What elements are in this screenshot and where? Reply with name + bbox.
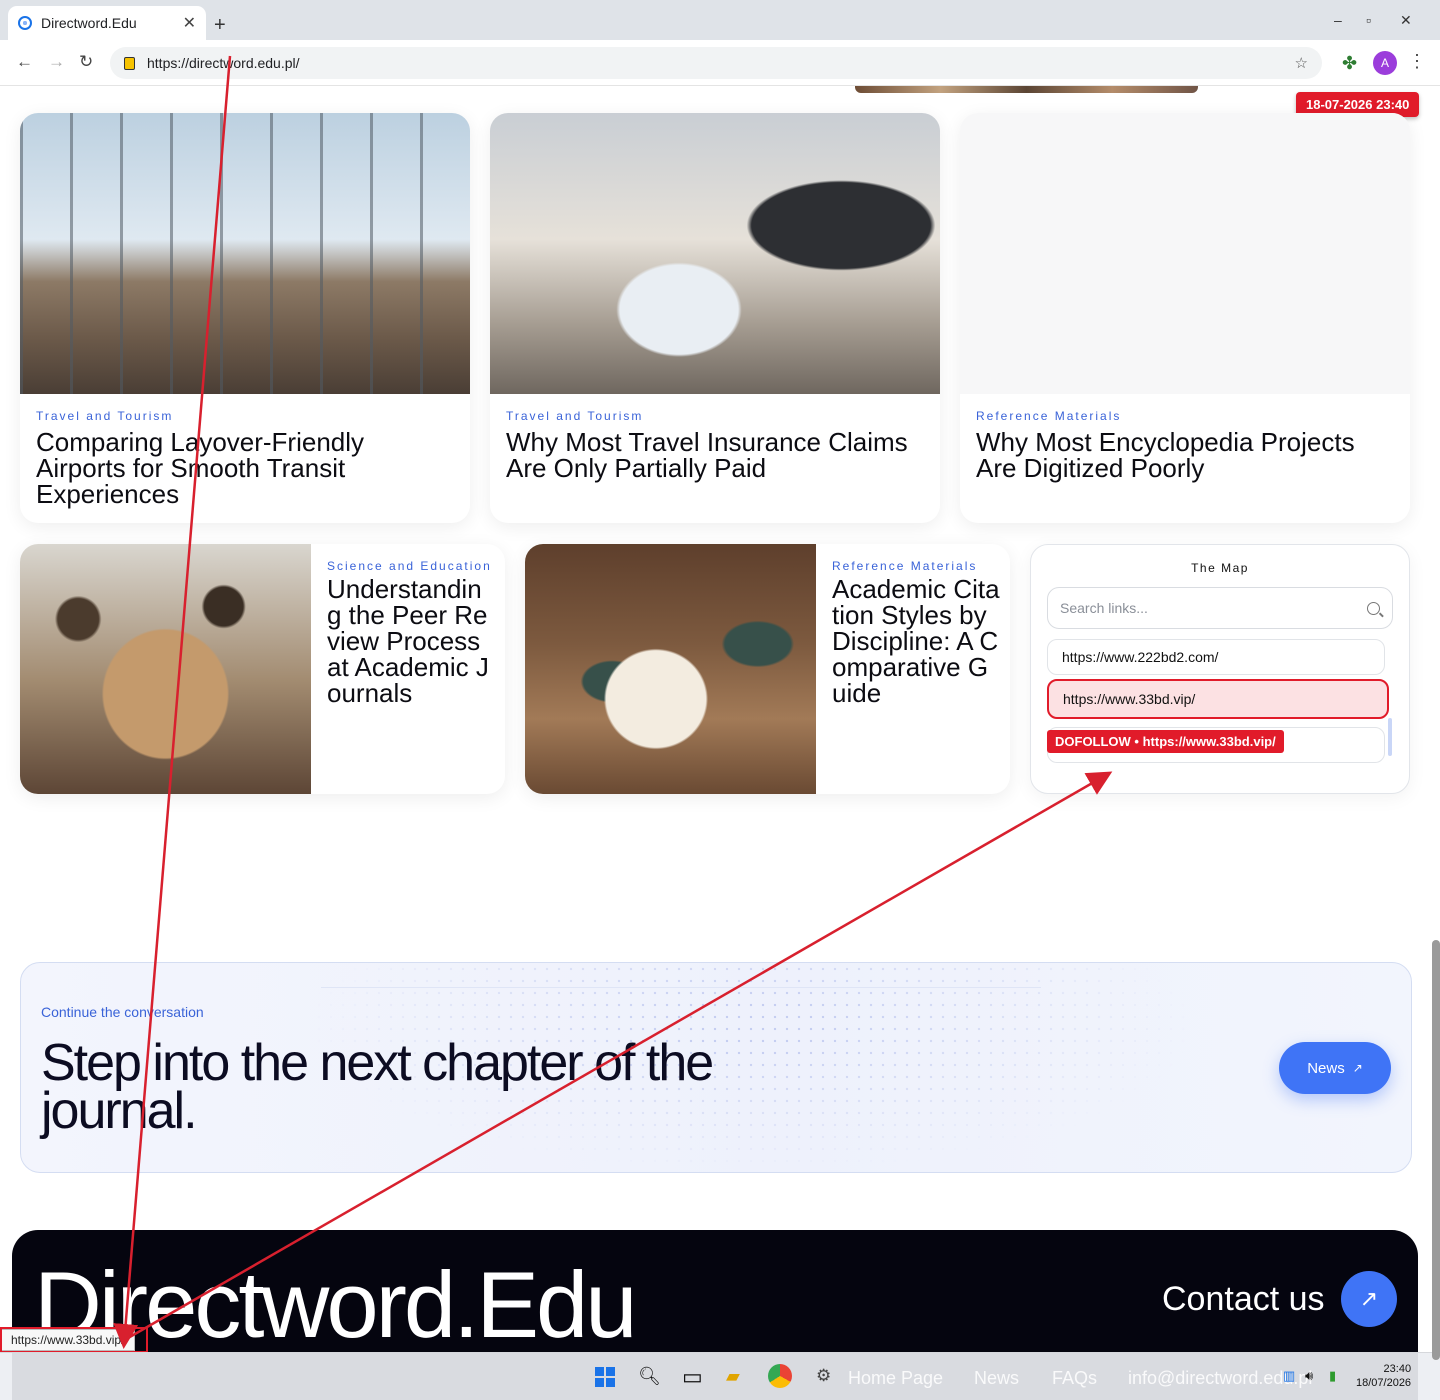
- address-bar[interactable]: https://directword.edu.pl/ ☆: [110, 47, 1322, 79]
- tab-title: Directword.Edu: [41, 15, 137, 31]
- article-card-horizontal[interactable]: Science and Education Understanding the …: [20, 544, 505, 794]
- footer-link-home[interactable]: Home Page: [848, 1368, 943, 1389]
- extension-puzzle-icon[interactable]: ✤: [1342, 53, 1357, 74]
- windows-start-icon[interactable]: [595, 1367, 615, 1387]
- browser-toolbar: ← → ↻ https://directword.edu.pl/ ☆: [0, 40, 1440, 86]
- task-view-icon[interactable]: ▭: [682, 1364, 703, 1390]
- cta-kicker: Continue the conversation: [41, 1004, 204, 1020]
- bookmark-star-icon[interactable]: ☆: [1295, 54, 1308, 72]
- article-category[interactable]: Reference Materials: [832, 560, 1000, 572]
- article-category[interactable]: Reference Materials: [976, 409, 1394, 423]
- close-window-button[interactable]: ✕: [1400, 12, 1412, 29]
- arrow-up-right-icon: ↗: [1352, 1061, 1363, 1075]
- minimize-button[interactable]: –: [1334, 12, 1342, 28]
- article-card[interactable]: Travel and Tourism Why Most Travel Insur…: [490, 113, 940, 523]
- article-category[interactable]: Travel and Tourism: [506, 409, 924, 423]
- search-icon[interactable]: [1367, 601, 1380, 615]
- map-scrollbar[interactable]: [1388, 718, 1392, 756]
- lock-icon: [124, 56, 135, 70]
- back-icon[interactable]: ←: [16, 52, 33, 72]
- contact-arrow-button[interactable]: ↗: [1341, 1271, 1397, 1327]
- maximize-button[interactable]: ▫: [1366, 12, 1371, 28]
- network-icon[interactable]: ▥: [1283, 1368, 1295, 1384]
- reload-icon[interactable]: ↻: [79, 52, 93, 72]
- partial-image-top: [855, 86, 1198, 93]
- dofollow-badge: DOFOLLOW • https://www.33bd.vip/: [1047, 730, 1284, 753]
- news-button[interactable]: News ↗: [1279, 1042, 1391, 1094]
- status-highlight-box: [0, 1327, 148, 1353]
- article-title[interactable]: Comparing Layover-Friendly Airports for …: [36, 429, 454, 507]
- map-link-item[interactable]: https://www.222bd2.com/: [1047, 639, 1385, 675]
- footer-link-news[interactable]: News: [974, 1368, 1019, 1389]
- article-image[interactable]: [525, 544, 816, 794]
- article-image[interactable]: [490, 113, 940, 394]
- forward-icon[interactable]: →: [48, 52, 65, 72]
- article-card[interactable]: Reference Materials Why Most Encyclopedi…: [960, 113, 1410, 523]
- article-image[interactable]: [960, 113, 1410, 394]
- browser-tab[interactable]: Directword.Edu ✕: [8, 6, 206, 40]
- article-image[interactable]: [20, 544, 311, 794]
- article-card-horizontal[interactable]: Reference Materials Academic Citation St…: [525, 544, 1010, 794]
- address-url[interactable]: https://directword.edu.pl/: [147, 55, 1283, 71]
- article-category[interactable]: Travel and Tourism: [36, 409, 454, 423]
- map-title: The Map: [1191, 561, 1249, 575]
- chrome-icon[interactable]: [768, 1364, 792, 1388]
- news-button-label: News: [1307, 1059, 1345, 1077]
- clock-date: 18/07/2026: [1356, 1377, 1412, 1389]
- settings-gear-icon[interactable]: ⚙: [816, 1366, 831, 1386]
- menu-kebab-icon[interactable]: ⋮: [1408, 51, 1426, 72]
- cta-headline: Step into the next chapter of the journa…: [41, 1034, 714, 1140]
- article-title[interactable]: Understanding the Peer Review Process at…: [327, 576, 495, 706]
- browser-tab-bar: Directword.Edu ✕ + – ▫ ✕: [0, 0, 1440, 40]
- page-scrollbar[interactable]: [1432, 940, 1440, 1360]
- article-title[interactable]: Why Most Travel Insurance Claims Are Onl…: [506, 429, 924, 481]
- close-tab-icon[interactable]: ✕: [183, 13, 196, 33]
- search-placeholder: Search links...: [1060, 600, 1148, 616]
- article-category[interactable]: Science and Education: [327, 560, 495, 572]
- link-map-widget: The Map Search links... https://www.222b…: [1030, 544, 1410, 794]
- map-link-item-highlighted[interactable]: https://www.33bd.vip/: [1047, 679, 1389, 719]
- divider: [321, 987, 1041, 988]
- article-title[interactable]: Why Most Encyclopedia Projects Are Digit…: [976, 429, 1394, 481]
- system-clock[interactable]: 23:40 18/07/2026: [1356, 1362, 1411, 1390]
- article-title[interactable]: Academic Citation Styles by Discipline: …: [832, 576, 1000, 706]
- globe-icon: [18, 16, 32, 30]
- file-explorer-icon[interactable]: ▰: [726, 1366, 740, 1387]
- contact-us-label[interactable]: Contact us: [1162, 1280, 1325, 1319]
- article-image[interactable]: [20, 113, 470, 394]
- cta-banner: Continue the conversation Step into the …: [20, 962, 1412, 1173]
- profile-avatar[interactable]: A: [1373, 51, 1397, 75]
- article-card[interactable]: Travel and Tourism Comparing Layover-Fri…: [20, 113, 470, 523]
- search-links-input[interactable]: Search links...: [1047, 587, 1393, 629]
- search-icon[interactable]: 🔍︎: [638, 1366, 661, 1387]
- battery-icon[interactable]: ▮: [1329, 1368, 1336, 1384]
- new-tab-button[interactable]: +: [214, 14, 226, 37]
- footer-link-faqs[interactable]: FAQs: [1052, 1368, 1097, 1389]
- volume-icon[interactable]: 🔊︎: [1305, 1368, 1313, 1384]
- clock-time: 23:40: [1383, 1363, 1412, 1375]
